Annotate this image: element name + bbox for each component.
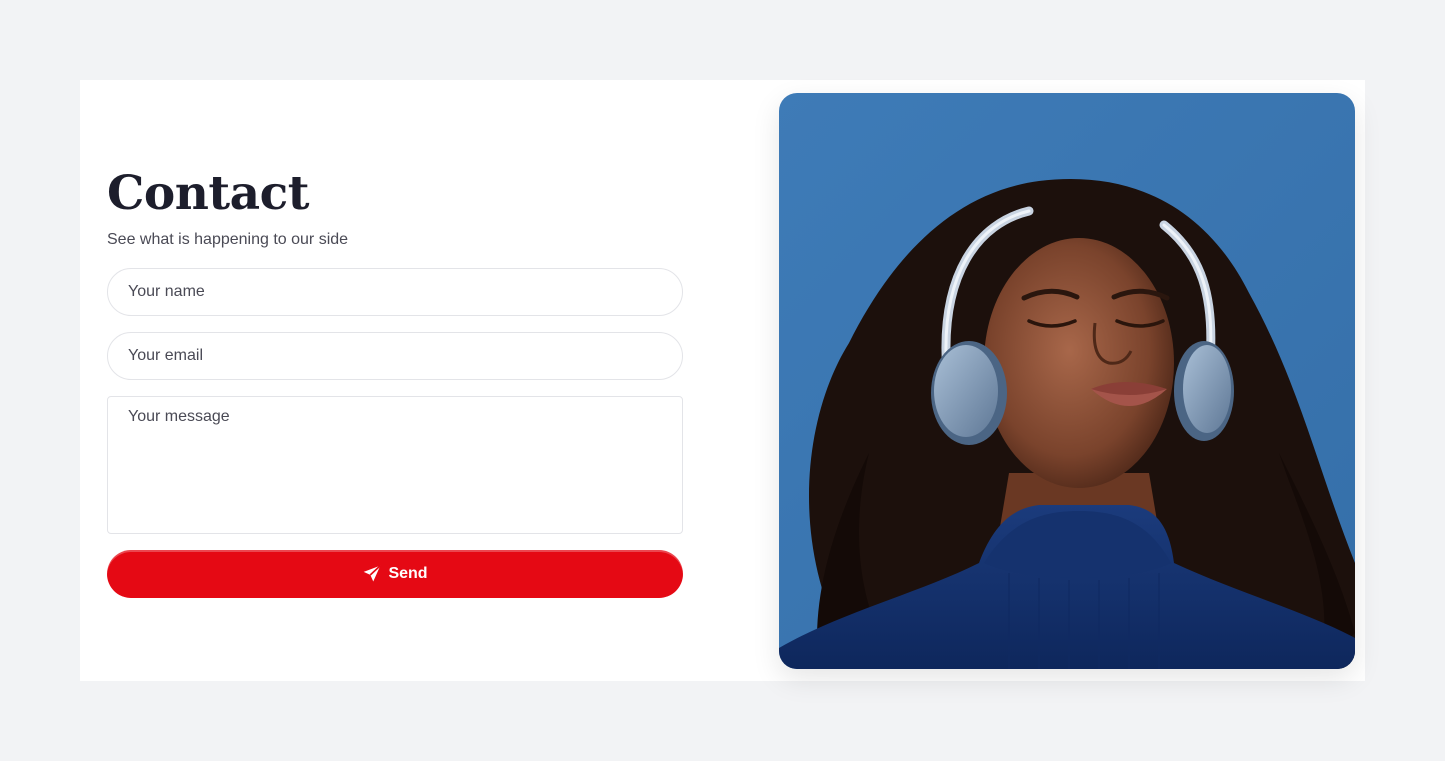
paper-plane-icon xyxy=(362,564,382,584)
contact-card: Contact See what is happening to our sid… xyxy=(80,80,1365,681)
send-button[interactable]: Send xyxy=(107,550,683,598)
email-input[interactable] xyxy=(107,332,683,380)
contact-form: Contact See what is happening to our sid… xyxy=(107,80,683,681)
page-subtitle: See what is happening to our side xyxy=(107,231,349,248)
page-title: Contact xyxy=(107,166,309,221)
woman-with-headphones-photo xyxy=(779,93,1355,669)
name-input[interactable] xyxy=(107,268,683,316)
send-button-label: Send xyxy=(388,565,428,582)
message-textarea[interactable] xyxy=(107,396,683,534)
